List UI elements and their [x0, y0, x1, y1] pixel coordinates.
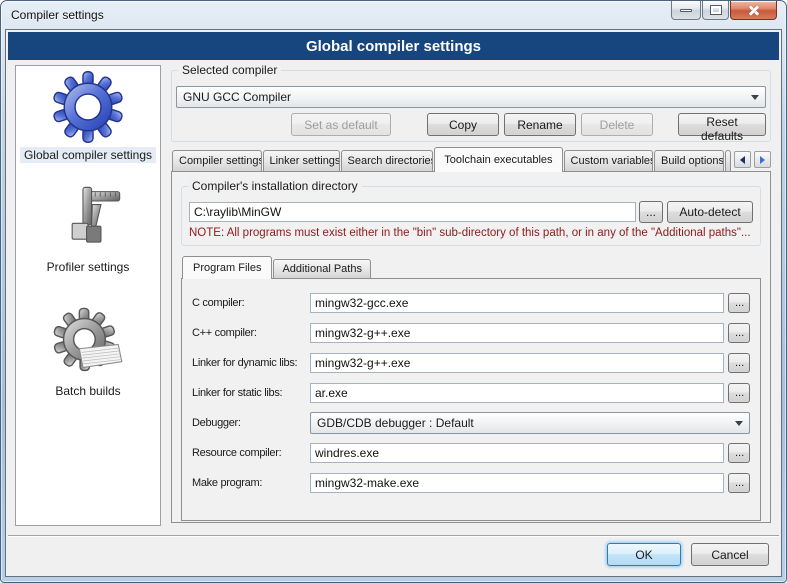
tab-partial[interactable]	[725, 150, 731, 171]
dialog-footer: OK Cancel	[8, 535, 779, 576]
rename-button[interactable]: Rename	[504, 113, 576, 136]
installation-directory-group-label: Compiler's installation directory	[188, 179, 362, 193]
sidebar-item-profiler-settings[interactable]: Profiler settings	[43, 183, 134, 275]
field-row-make-program: Make program: ...	[192, 472, 750, 494]
page-title: Global compiler settings	[8, 32, 779, 60]
linker-static-label: Linker for static libs:	[192, 387, 310, 399]
dialog-client-area: Global compiler settings	[5, 29, 782, 577]
reset-defaults-button[interactable]: Reset defaults	[678, 113, 766, 136]
cpp-compiler-label: C++ compiler:	[192, 327, 310, 339]
installation-directory-row: ... Auto-detect	[189, 201, 753, 223]
compiler-settings-window: Compiler settings Global compiler settin…	[0, 0, 787, 583]
linker-dynamic-label: Linker for dynamic libs:	[192, 357, 310, 369]
ok-button[interactable]: OK	[607, 543, 681, 566]
field-row-resource-compiler: Resource compiler: ...	[192, 442, 750, 464]
resource-compiler-browse-button[interactable]: ...	[728, 443, 750, 463]
field-row-linker-dynamic: Linker for dynamic libs: ...	[192, 352, 750, 374]
delete-button[interactable]: Delete	[581, 113, 653, 136]
c-compiler-browse-button[interactable]: ...	[728, 293, 750, 313]
tab-search-directories[interactable]: Search directories	[341, 150, 434, 171]
blue-gear-icon	[52, 71, 124, 143]
note-text: NOTE: All programs must exist either in …	[189, 227, 753, 239]
sidebar-item-label: Global compiler settings	[20, 147, 156, 163]
maximize-button[interactable]	[702, 1, 729, 20]
compiler-select[interactable]: GNU GCC Compiler	[176, 86, 766, 108]
gray-gear-stack-icon	[52, 307, 124, 379]
main-panel: Selected compiler GNU GCC Compiler Set a…	[171, 62, 771, 523]
compiler-select-value: GNU GCC Compiler	[183, 90, 291, 104]
linker-dynamic-browse-button[interactable]: ...	[728, 353, 750, 373]
maximize-icon	[710, 5, 722, 15]
tab-additional-paths[interactable]: Additional Paths	[273, 259, 371, 278]
settings-category-list: Global compiler settings	[15, 65, 161, 526]
installation-directory-input[interactable]	[189, 202, 636, 222]
window-title: Compiler settings	[11, 8, 104, 22]
field-row-cpp-compiler: C++ compiler: ...	[192, 322, 750, 344]
cpp-compiler-browse-button[interactable]: ...	[728, 323, 750, 343]
tab-scroll-right-button[interactable]	[754, 151, 771, 168]
minimize-button[interactable]	[671, 1, 701, 20]
arrow-left-icon	[740, 156, 745, 164]
page-title-text: Global compiler settings	[306, 38, 481, 55]
titlebar[interactable]: Compiler settings	[1, 1, 786, 29]
compiler-buttons-row: Set as default Copy Rename Delete Reset …	[176, 113, 766, 136]
resource-compiler-label: Resource compiler:	[192, 447, 310, 459]
caliper-icon	[52, 183, 124, 255]
chevron-down-icon	[735, 421, 743, 426]
sidebar-item-label: Profiler settings	[43, 259, 134, 275]
caption-buttons	[671, 1, 777, 20]
tab-program-files[interactable]: Program Files	[182, 256, 272, 279]
cpp-compiler-input[interactable]	[310, 323, 724, 343]
close-button[interactable]	[730, 1, 777, 20]
c-compiler-input[interactable]	[310, 293, 724, 313]
tab-custom-variables[interactable]: Custom variables	[564, 150, 654, 171]
selected-compiler-group: Selected compiler GNU GCC Compiler Set a…	[171, 70, 771, 142]
debugger-select-value: GDB/CDB debugger : Default	[317, 416, 474, 430]
arrow-right-icon	[760, 156, 765, 164]
toolchain-executables-panel: Compiler's installation directory ... Au…	[171, 171, 771, 523]
sidebar-item-batch-builds[interactable]: Batch builds	[51, 307, 124, 399]
installation-directory-group: Compiler's installation directory ... Au…	[181, 186, 761, 246]
linker-static-browse-button[interactable]: ...	[728, 383, 750, 403]
close-icon	[747, 4, 761, 17]
field-row-linker-static: Linker for static libs: ...	[192, 382, 750, 404]
program-files-tabstrip: Program Files Additional Paths	[181, 256, 761, 278]
footer-buttons: OK Cancel	[607, 543, 769, 566]
auto-detect-button[interactable]: Auto-detect	[667, 201, 753, 223]
set-as-default-button[interactable]: Set as default	[291, 113, 391, 136]
linker-static-input[interactable]	[310, 383, 724, 403]
resource-compiler-input[interactable]	[310, 443, 724, 463]
dialog-content: Global compiler settings	[6, 62, 781, 576]
sidebar-item-global-compiler-settings[interactable]: Global compiler settings	[20, 71, 156, 163]
selected-compiler-group-label: Selected compiler	[178, 63, 281, 77]
tab-build-options[interactable]: Build options	[654, 150, 724, 171]
make-program-input[interactable]	[310, 473, 724, 493]
make-program-label: Make program:	[192, 477, 310, 489]
linker-dynamic-input[interactable]	[310, 353, 724, 373]
field-row-c-compiler: C compiler: ...	[192, 292, 750, 314]
program-files-panel: C compiler: ... C++ compiler: ... Linker…	[181, 278, 761, 521]
copy-button[interactable]: Copy	[427, 113, 499, 136]
chevron-down-icon	[751, 95, 759, 100]
tab-compiler-settings[interactable]: Compiler settings	[172, 150, 262, 171]
settings-tabstrip: Compiler settings Linker settings Search…	[171, 147, 771, 171]
tab-scroll-left-button[interactable]	[734, 151, 751, 168]
tab-linker-settings[interactable]: Linker settings	[263, 150, 340, 171]
minimize-icon	[680, 9, 692, 12]
sidebar-item-label: Batch builds	[51, 383, 124, 399]
tab-toolchain-executables[interactable]: Toolchain executables	[434, 147, 562, 172]
field-row-debugger: Debugger: GDB/CDB debugger : Default	[192, 412, 750, 434]
debugger-label: Debugger:	[192, 417, 310, 429]
c-compiler-label: C compiler:	[192, 297, 310, 309]
cancel-button[interactable]: Cancel	[691, 543, 769, 566]
debugger-select[interactable]: GDB/CDB debugger : Default	[310, 412, 750, 434]
make-program-browse-button[interactable]: ...	[728, 473, 750, 493]
installation-directory-browse-button[interactable]: ...	[639, 201, 663, 223]
